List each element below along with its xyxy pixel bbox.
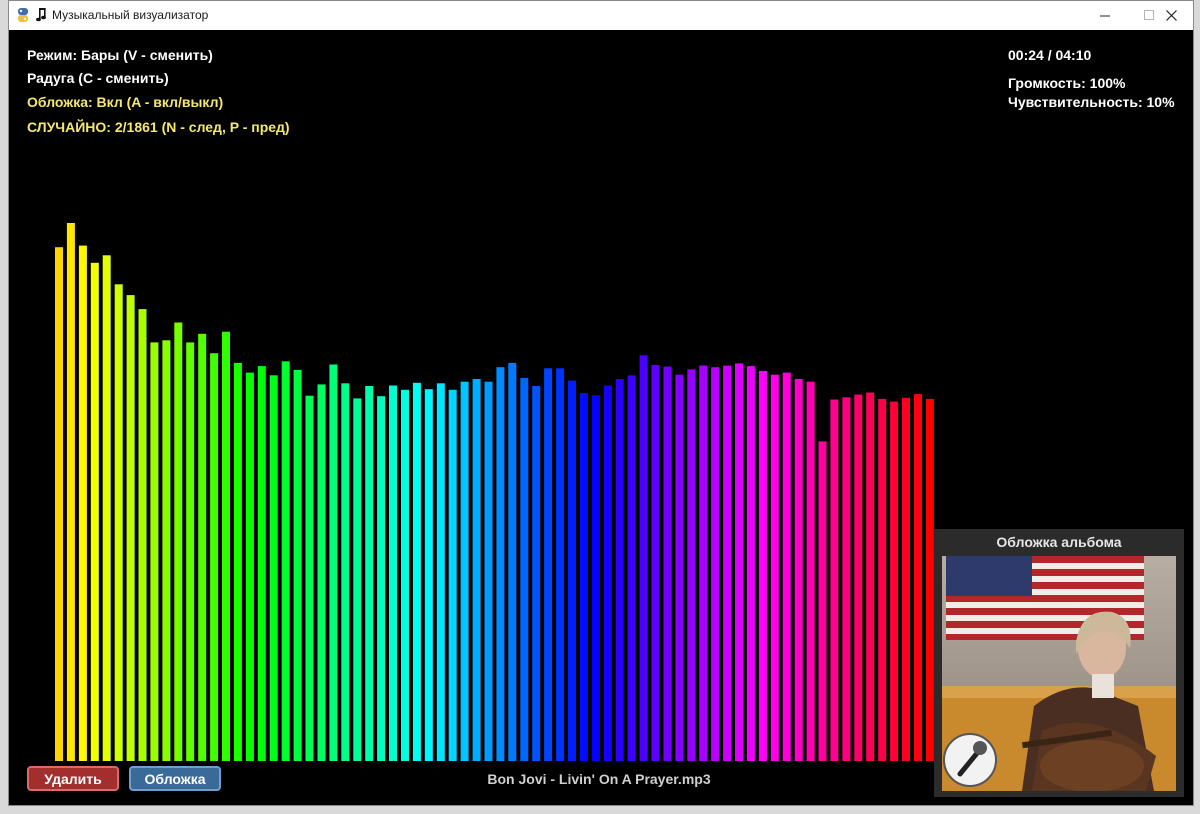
spectrum-bar-5 bbox=[114, 284, 123, 761]
spectrum-bar-57 bbox=[735, 363, 743, 761]
spectrum-bar-51 bbox=[663, 366, 672, 761]
spectrum-bar-71 bbox=[902, 397, 910, 761]
microphone-icon bbox=[943, 733, 997, 787]
spectrum-bar-3 bbox=[90, 262, 99, 761]
spectrum-bar-33 bbox=[448, 389, 457, 761]
spectrum-bar-1 bbox=[66, 223, 75, 761]
spectrum-bar-23 bbox=[329, 364, 338, 761]
spectrum-bar-47 bbox=[615, 379, 624, 761]
spectrum-bar-20 bbox=[293, 369, 302, 761]
time-display: 00:24 / 04:10 bbox=[1008, 47, 1092, 63]
spectrum-bar-54 bbox=[699, 365, 708, 761]
spectrum-bar-16 bbox=[245, 372, 254, 761]
spectrum-bar-9 bbox=[162, 340, 171, 761]
spectrum-bar-39 bbox=[520, 377, 529, 761]
spectrum-bar-64 bbox=[818, 441, 827, 761]
spectrum-bar-36 bbox=[484, 381, 493, 761]
spectrum-bar-66 bbox=[842, 397, 851, 761]
spectrum-bar-67 bbox=[854, 394, 863, 761]
spectrum-bar-46 bbox=[603, 385, 612, 761]
spectrum-bar-15 bbox=[233, 362, 242, 761]
spectrum-bar-41 bbox=[544, 368, 553, 761]
spectrum-bar-70 bbox=[890, 401, 899, 761]
spectrum-bar-32 bbox=[436, 383, 445, 761]
spectrum-bar-72 bbox=[914, 394, 922, 761]
spectrum-bar-49 bbox=[639, 355, 648, 761]
spectrum-bar-8 bbox=[150, 342, 159, 761]
spectrum-bar-31 bbox=[424, 389, 433, 761]
spectrum-bar-35 bbox=[472, 379, 481, 761]
spectrum-bar-52 bbox=[675, 374, 684, 761]
spectrum-bar-48 bbox=[627, 375, 636, 761]
spectrum-bar-6 bbox=[126, 295, 135, 761]
spectrum-bar-11 bbox=[186, 342, 195, 761]
spectrum-bar-44 bbox=[579, 393, 588, 761]
color-mode-label: Радуга (C - сменить) bbox=[27, 70, 169, 86]
spectrum-bar-13 bbox=[210, 353, 219, 761]
spectrum-bar-27 bbox=[377, 396, 386, 761]
spectrum-bar-14 bbox=[222, 331, 230, 761]
album-cover-title: Обложка альбома bbox=[996, 534, 1122, 550]
spectrum-bar-45 bbox=[591, 395, 600, 761]
spectrum-bar-29 bbox=[401, 389, 409, 761]
spectrum-bar-42 bbox=[556, 368, 565, 761]
shuffle-label: СЛУЧАЙНО: 2/1861 (N - след, P - пред) bbox=[27, 119, 290, 135]
spectrum-bar-25 bbox=[353, 398, 362, 761]
spectrum-bar-73 bbox=[925, 398, 934, 761]
sensitivity-label: Чувствительность: 10% bbox=[1008, 94, 1175, 110]
spectrum-bar-34 bbox=[460, 381, 469, 761]
album-cover-panel: Обложка альбома bbox=[934, 529, 1184, 797]
cover-button[interactable]: Обложка bbox=[129, 766, 221, 791]
volume-label: Громкость: 100% bbox=[1008, 75, 1126, 91]
spectrum-bar-17 bbox=[257, 366, 266, 761]
spectrum-bar-21 bbox=[305, 395, 314, 761]
track-filename: Bon Jovi - Livin' On A Prayer.mp3 bbox=[487, 771, 711, 787]
album-cover-image bbox=[942, 556, 1176, 791]
spectrum-bar-37 bbox=[496, 367, 505, 761]
spectrum-bar-55 bbox=[711, 367, 720, 761]
mode-label: Режим: Бары (V - сменить) bbox=[27, 47, 213, 63]
spectrum-bar-40 bbox=[532, 386, 541, 761]
spectrum-bar-43 bbox=[568, 380, 576, 761]
spectrum-bar-7 bbox=[138, 309, 147, 761]
spectrum-bar-18 bbox=[269, 375, 278, 761]
spectrum-bar-59 bbox=[758, 370, 767, 761]
app-window: Музыкальный визуализатор Режим: Бары (V … bbox=[8, 0, 1194, 806]
spectrum-bar-69 bbox=[878, 398, 887, 761]
spectrum-bar-60 bbox=[770, 374, 779, 761]
spectrum-bar-38 bbox=[508, 362, 517, 761]
spectrum-bar-10 bbox=[174, 322, 183, 761]
spectrum-bar-12 bbox=[198, 333, 207, 761]
spectrum-bar-24 bbox=[341, 383, 350, 761]
spectrum-bar-65 bbox=[830, 399, 839, 761]
spectrum-bar-30 bbox=[412, 382, 421, 761]
spectrum-bar-62 bbox=[794, 379, 803, 761]
spectrum-bar-58 bbox=[746, 366, 755, 761]
spectrum-bar-0 bbox=[55, 247, 63, 761]
spectrum-bar-4 bbox=[102, 255, 111, 762]
spectrum-bar-28 bbox=[389, 385, 397, 761]
spectrum-bar-61 bbox=[782, 372, 791, 761]
spectrum-bar-19 bbox=[281, 361, 290, 761]
spectrum-bar-68 bbox=[866, 392, 875, 761]
spectrum-bar-26 bbox=[365, 386, 374, 761]
spectrum-bar-63 bbox=[806, 381, 815, 761]
spectrum-bar-22 bbox=[317, 384, 326, 761]
spectrum-bar-53 bbox=[687, 369, 696, 761]
delete-button[interactable]: Удалить bbox=[27, 766, 119, 791]
spectrum-bar-56 bbox=[723, 365, 732, 761]
cover-toggle-label: Обложка: Вкл (A - вкл/выкл) bbox=[27, 94, 224, 110]
spectrum-bar-50 bbox=[651, 365, 660, 761]
spectrum-bar-2 bbox=[78, 245, 87, 762]
